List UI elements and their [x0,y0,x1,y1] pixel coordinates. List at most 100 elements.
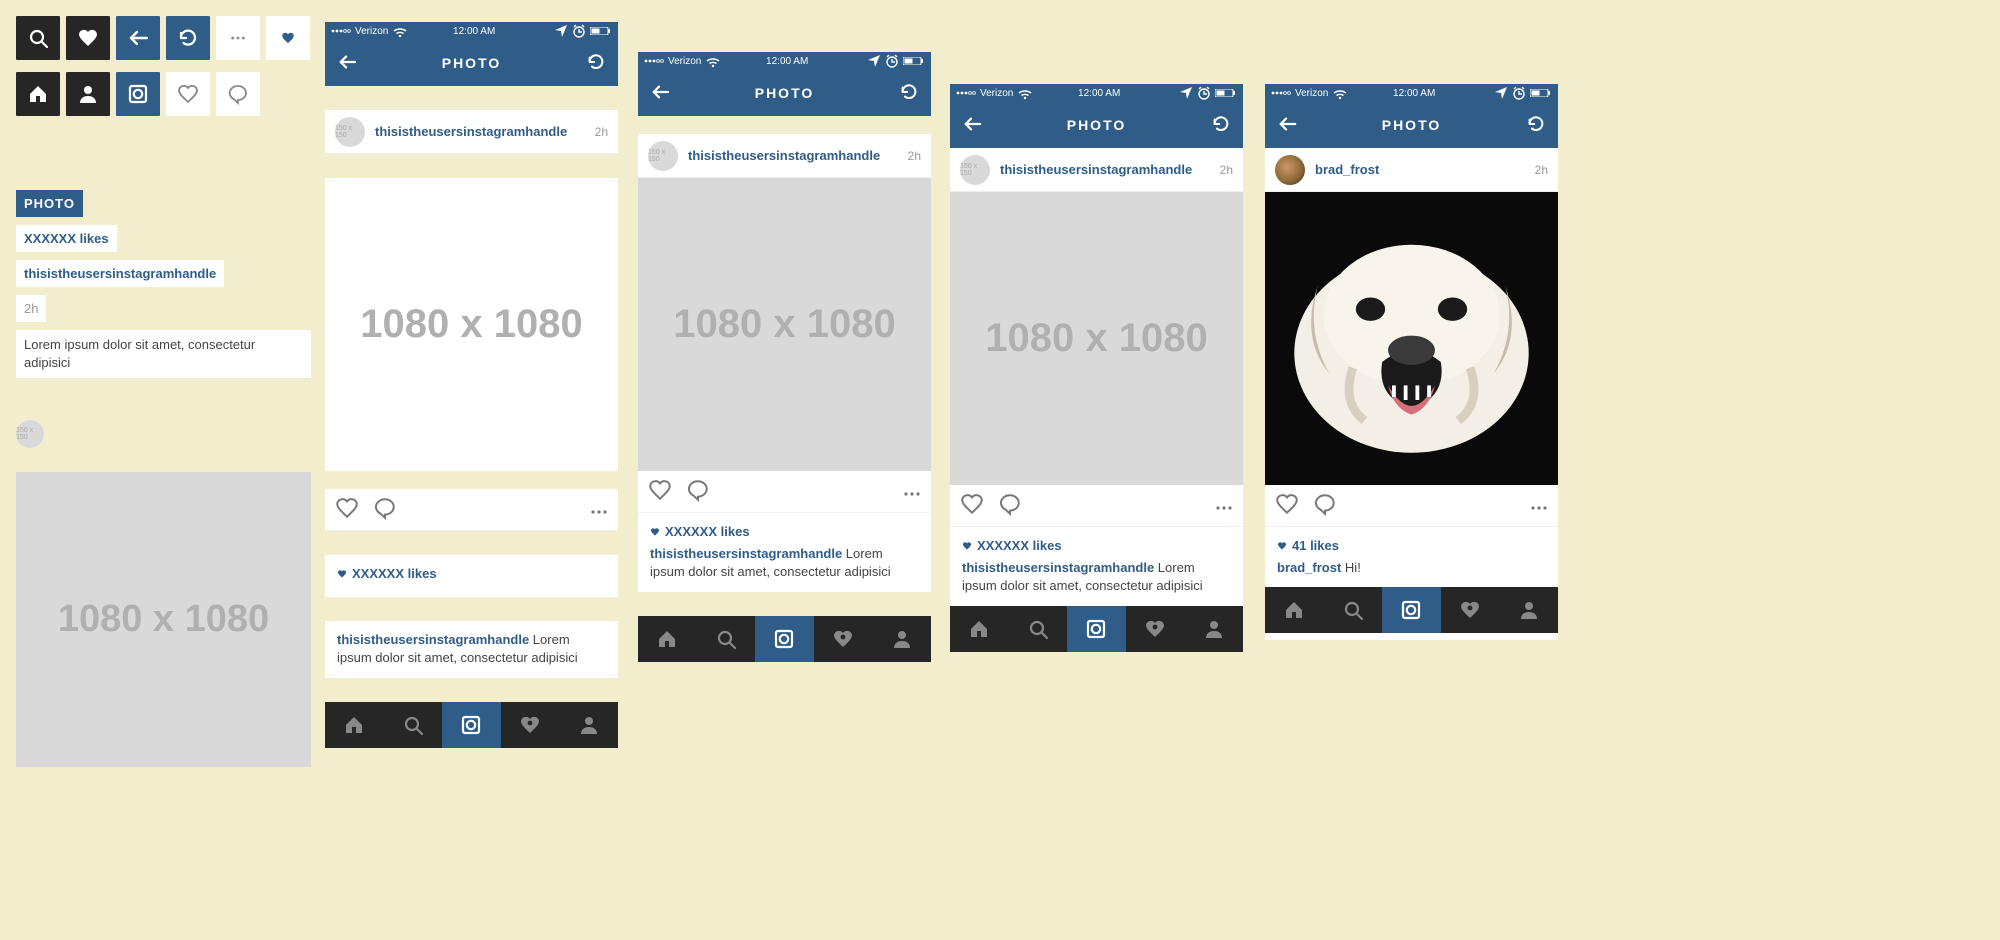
nav-refresh-button[interactable] [1211,114,1231,137]
nav-title: PHOTO [442,55,502,71]
activity-heart-icon[interactable] [66,16,110,60]
meta-block: 41 likes brad_frost Hi! [1265,527,1558,587]
comment-button[interactable] [1313,492,1351,519]
tab-search[interactable] [1009,606,1068,652]
post-image[interactable]: 1080 x 1080 [638,178,931,471]
username-link[interactable]: thisistheusersinstagramhandle [1000,162,1210,177]
tab-bar [1265,587,1558,633]
phone-molecules: Verizon 12:00 AM PHOTO 150 x 150 thisist… [325,22,618,714]
caption-handle[interactable]: thisistheusersinstagramhandle [650,546,842,561]
tab-profile[interactable] [1499,587,1558,633]
comment-button[interactable] [998,492,1036,519]
caption-handle[interactable]: thisistheusersinstagramhandle [962,560,1154,575]
like-button[interactable] [960,492,998,519]
nav-back-button[interactable] [650,82,670,105]
nav-refresh-button[interactable] [586,52,606,75]
likes-count[interactable]: 41 likes [1292,537,1339,555]
nav-title: PHOTO [1067,117,1127,133]
tab-profile[interactable] [559,702,618,748]
tab-bar [950,606,1243,652]
home-icon[interactable] [16,72,60,116]
tab-camera[interactable] [442,702,501,748]
post-time: 2h [595,125,608,139]
like-button[interactable] [1275,492,1313,519]
tab-activity[interactable] [814,616,873,662]
status-time: 12:00 AM [453,26,495,37]
avatar[interactable] [1275,155,1305,185]
more-dots-icon[interactable] [216,16,260,60]
tab-search[interactable] [1324,587,1383,633]
tab-activity[interactable] [1441,587,1500,633]
tab-home[interactable] [638,616,697,662]
username-link[interactable]: thisistheusersinstagramhandle [375,124,585,139]
caption-block: thisistheusersinstagramhandle Lorem ipsu… [325,621,618,677]
post-image[interactable]: 1080 x 1080 [325,178,618,471]
avatar-placeholder: 150 x 150 [16,420,44,448]
heart-solid-icon[interactable] [266,16,310,60]
back-icon[interactable] [116,16,160,60]
tab-profile[interactable] [872,616,931,662]
nav-back-button[interactable] [962,114,982,137]
username-link[interactable]: thisistheusersinstagramhandle [688,148,898,163]
carrier-label: Verizon [355,26,388,37]
tab-profile[interactable] [1184,606,1243,652]
tab-bar [638,616,931,662]
image-placeholder: 1080 x 1080 [16,472,311,767]
post-image[interactable] [1265,192,1558,485]
tab-activity[interactable] [501,702,560,748]
more-button[interactable] [590,502,608,517]
avatar[interactable]: 150 x 150 [335,117,365,147]
tab-camera[interactable] [1067,606,1126,652]
more-button[interactable] [903,484,921,499]
likes-count[interactable]: XXXXXX likes [352,565,437,583]
nav-bar: PHOTO [950,102,1243,148]
tab-home[interactable] [325,702,384,748]
user-icon[interactable] [66,72,110,116]
tab-home[interactable] [1265,587,1324,633]
camera-icon[interactable] [116,72,160,116]
tab-search[interactable] [384,702,443,748]
nav-back-button[interactable] [1277,114,1297,137]
nav-refresh-button[interactable] [1526,114,1546,137]
action-row [638,471,931,513]
tab-activity[interactable] [1126,606,1185,652]
post-time: 2h [1220,163,1233,177]
caption-handle[interactable]: thisistheusersinstagramhandle [337,632,529,647]
time-chip: 2h [16,295,46,322]
phone-page: Verizon 12:00 AM PHOTO brad_frost 2h [1265,84,1558,640]
like-button[interactable] [335,496,373,523]
nav-back-button[interactable] [337,52,357,75]
post-image[interactable]: 1080 x 1080 [950,192,1243,485]
more-button[interactable] [1530,498,1548,513]
search-icon[interactable] [16,16,60,60]
comment-button[interactable] [686,478,724,505]
post-header: 150 x 150 thisistheusersinstagramhandle … [638,134,931,178]
status-bar: Verizon 12:00 AM [950,84,1243,102]
comment-icon[interactable] [216,72,260,116]
likes-count[interactable]: XXXXXX likes [665,523,750,541]
like-button[interactable] [648,478,686,505]
refresh-icon[interactable] [166,16,210,60]
avatar[interactable]: 150 x 150 [648,141,678,171]
tab-search[interactable] [697,616,756,662]
tab-home[interactable] [950,606,1009,652]
meta-block: XXXXXX likes thisistheusersinstagramhand… [950,527,1243,606]
nav-refresh-button[interactable] [899,82,919,105]
heart-outline-icon[interactable] [166,72,210,116]
action-row [950,485,1243,527]
username-link[interactable]: brad_frost [1315,162,1525,177]
post-time: 2h [1535,163,1548,177]
caption-handle[interactable]: brad_frost [1277,560,1341,575]
status-bar: Verizon 12:00 AM [1265,84,1558,102]
tab-bar [325,702,618,748]
comment-button[interactable] [373,496,411,523]
tab-camera[interactable] [1382,587,1441,633]
post-header: 150 x 150 thisistheusersinstagramhandle … [950,148,1243,192]
meta-block: XXXXXX likes thisistheusersinstagramhand… [638,513,931,592]
tab-camera[interactable] [755,616,814,662]
nav-bar: PHOTO [638,70,931,116]
nav-bar: PHOTO [325,40,618,86]
more-button[interactable] [1215,498,1233,513]
likes-count[interactable]: XXXXXX likes [977,537,1062,555]
avatar[interactable]: 150 x 150 [960,155,990,185]
